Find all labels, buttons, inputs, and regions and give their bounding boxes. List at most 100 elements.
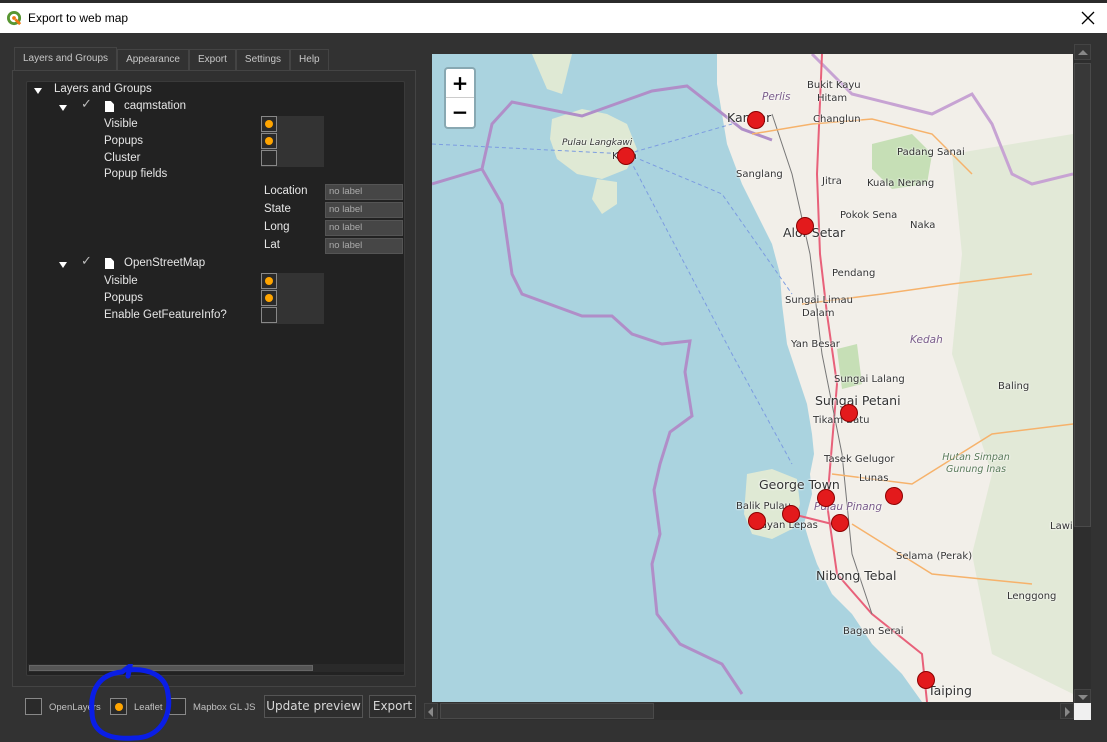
- layer-name: caqmstation: [124, 100, 187, 112]
- place-label: Pendang: [832, 268, 876, 279]
- vector-layer-icon: [105, 101, 114, 112]
- tab-layers-and-groups[interactable]: Layers and Groups: [14, 47, 118, 71]
- export-dialog: Layers and Groups Appearance Export Sett…: [0, 33, 1107, 742]
- scrollbar-thumb[interactable]: [1074, 63, 1091, 527]
- place-label: Nibong Tebal: [816, 568, 897, 583]
- station-marker[interactable]: [748, 512, 766, 530]
- place-label: Kedah: [910, 334, 943, 346]
- place-label: Pulau Langkawi: [562, 138, 633, 148]
- option-label-visible: Visible: [104, 118, 138, 130]
- layer-checkmark-icon[interactable]: ✓: [81, 254, 92, 269]
- popup-field-lat-select[interactable]: no label: [325, 238, 403, 254]
- place-label: Naka: [910, 220, 936, 231]
- place-label: Jitra: [822, 176, 842, 187]
- expand-arrow-icon[interactable]: [59, 262, 67, 268]
- place-label: Perlis: [762, 91, 791, 103]
- place-label: Hitam: [817, 93, 848, 104]
- place-label: Changlun: [813, 114, 861, 125]
- station-marker[interactable]: [747, 111, 765, 129]
- place-label: Sungai Limau: [785, 295, 854, 306]
- layer-checkmark-icon[interactable]: ✓: [81, 97, 92, 112]
- layers-tree: Layers and Groups ✓ caqmstation Visible …: [26, 81, 405, 676]
- zoom-in-button[interactable]: +: [446, 69, 474, 98]
- place-label: Lawin: [1050, 521, 1073, 532]
- station-marker[interactable]: [831, 514, 849, 532]
- map-preview[interactable]: + − Bukit Kayu Hitam Perlis Kangar Chang…: [432, 54, 1073, 702]
- visible-checkbox[interactable]: [261, 273, 277, 289]
- visible-checkbox[interactable]: [261, 116, 277, 132]
- mapbox-label: Mapbox GL JS: [193, 702, 256, 713]
- place-label: Alor Setar: [783, 225, 846, 240]
- place-label: Sungai Petani: [815, 393, 901, 408]
- place-label: Hutan Simpan Gunung Inas: [942, 452, 1010, 475]
- expand-arrow-icon[interactable]: [59, 105, 67, 111]
- popups-checkbox[interactable]: [261, 290, 277, 306]
- openlayers-radio[interactable]: [25, 698, 42, 715]
- place-label: Sungai Lalang: [834, 374, 905, 385]
- northern-landmass: [532, 54, 572, 94]
- tree-horizontal-scrollbar[interactable]: [28, 664, 404, 672]
- tab-export[interactable]: Export: [189, 49, 236, 71]
- station-marker[interactable]: [796, 217, 814, 235]
- place-label: Kuala Nerang: [867, 178, 935, 189]
- place-label: Yan Besar: [791, 339, 840, 350]
- getfeatureinfo-checkbox[interactable]: [261, 307, 277, 323]
- place-label: Bagan Serai: [843, 626, 904, 637]
- map-horizontal-scrollbar[interactable]: [424, 703, 1074, 720]
- place-label: Pokok Sena: [840, 210, 898, 221]
- close-icon[interactable]: [1079, 9, 1097, 27]
- place-label: Selama (Perak): [896, 551, 973, 562]
- leaflet-radio[interactable]: [110, 698, 127, 715]
- export-button[interactable]: Export: [369, 695, 416, 718]
- expand-arrow-icon[interactable]: [34, 88, 42, 94]
- option-label-popups: Popups: [104, 292, 144, 304]
- cluster-checkbox[interactable]: [261, 150, 277, 166]
- option-label-cluster: Cluster: [104, 152, 141, 164]
- scrollbar-thumb[interactable]: [29, 665, 313, 671]
- layer-name: OpenStreetMap: [124, 257, 206, 269]
- map-vertical-scrollbar[interactable]: [1074, 44, 1091, 705]
- station-marker[interactable]: [617, 147, 635, 165]
- tab-settings[interactable]: Settings: [235, 49, 291, 71]
- station-marker[interactable]: [917, 671, 935, 689]
- place-label: Dalam: [802, 308, 835, 319]
- popup-field-label: Long: [264, 221, 290, 233]
- qgis-logo-icon: [7, 11, 22, 26]
- option-label-getfeatureinfo: Enable GetFeatureInfo?: [104, 309, 227, 321]
- popup-field-long-select[interactable]: no label: [325, 220, 403, 236]
- checked-dot-icon: [265, 120, 273, 128]
- popup-field-state-select[interactable]: no label: [325, 202, 403, 218]
- raster-layer-icon: [105, 258, 114, 269]
- station-marker[interactable]: [782, 505, 800, 523]
- scroll-right-arrow-icon[interactable]: [1060, 703, 1074, 719]
- option-label-visible: Visible: [104, 275, 138, 287]
- popup-field-location-select[interactable]: no label: [325, 184, 403, 200]
- place-label: Baling: [998, 381, 1030, 392]
- popup-field-label: Location: [264, 185, 308, 197]
- station-marker[interactable]: [840, 404, 858, 422]
- place-label: Lunas: [859, 473, 889, 484]
- zoom-out-button[interactable]: −: [446, 98, 474, 127]
- update-preview-button[interactable]: Update preview: [264, 695, 363, 718]
- option-label-popup-fields: Popup fields: [104, 168, 168, 180]
- zoom-control: + −: [444, 67, 476, 129]
- scrollbar-thumb[interactable]: [440, 703, 654, 719]
- place-label: Lenggong: [1007, 591, 1057, 602]
- place-label: Sanglang: [736, 169, 783, 180]
- scroll-left-arrow-icon[interactable]: [424, 703, 438, 719]
- option-checkbox-group: [261, 273, 324, 324]
- mapbox-radio[interactable]: [169, 698, 186, 715]
- scroll-up-arrow-icon[interactable]: [1074, 44, 1091, 60]
- place-label: Taiping: [928, 683, 972, 698]
- place-label: Tasek Gelugor: [824, 454, 895, 465]
- station-marker[interactable]: [885, 487, 903, 505]
- tab-appearance[interactable]: Appearance: [117, 49, 189, 71]
- station-marker[interactable]: [817, 489, 835, 507]
- maritime-boundary: [480, 168, 744, 695]
- tab-help[interactable]: Help: [290, 49, 329, 71]
- openlayers-label: OpenLayers: [49, 702, 101, 713]
- leaflet-label: Leaflet: [134, 702, 163, 713]
- popups-checkbox[interactable]: [261, 133, 277, 149]
- layers-tab-pane: Layers and Groups ✓ caqmstation Visible …: [12, 70, 416, 687]
- popup-field-label: Lat: [264, 239, 280, 251]
